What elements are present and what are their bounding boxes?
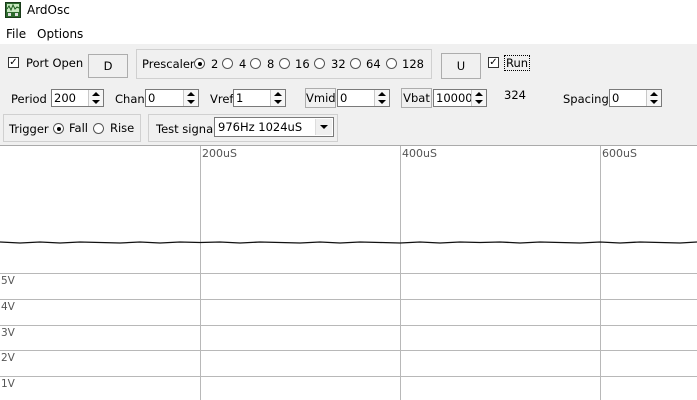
window-title: ArdOsc	[27, 3, 70, 17]
spinner-arrows[interactable]	[374, 90, 389, 106]
prescaler-option-label: 4	[239, 57, 247, 71]
spinner-arrows[interactable]	[183, 90, 198, 106]
spacing-value: 0	[612, 91, 620, 105]
prescaler-radio-2[interactable]	[194, 58, 205, 69]
control-panel: ✓ Port Open D Prescaler 2 4 8 16 32 64 1…	[0, 44, 697, 145]
prescaler-option-label: 128	[402, 57, 424, 71]
menu-bar: File Options	[0, 24, 697, 44]
period-value: 200	[54, 91, 76, 105]
prescaler-label: Prescaler	[142, 57, 195, 71]
prescaler-option-label: 32	[331, 57, 346, 71]
trigger-label: Trigger	[9, 122, 49, 136]
chan-label: Chan	[115, 92, 145, 106]
chan-value: 0	[148, 91, 156, 105]
prescaler-radio-64[interactable]	[350, 58, 361, 69]
prescaler-option-label: 16	[295, 57, 310, 71]
test-signal-value: 976Hz 1024uS	[218, 120, 303, 134]
vbat-value: 10000	[436, 91, 473, 105]
vmid-value: 0	[340, 91, 348, 105]
test-signal-dropdown[interactable]: 976Hz 1024uS	[214, 117, 334, 137]
test-signal-label: Test signal	[156, 122, 217, 136]
prescaler-radio-4[interactable]	[222, 58, 233, 69]
period-spinner[interactable]: 200	[51, 89, 104, 107]
prescaler-radio-16[interactable]	[279, 58, 290, 69]
port-open-checkbox[interactable]: ✓	[8, 57, 19, 68]
trigger-rise-radio[interactable]	[93, 123, 104, 134]
prescaler-radio-128[interactable]	[386, 58, 397, 69]
chan-spinner[interactable]: 0	[145, 89, 199, 107]
vref-value: 1	[236, 91, 244, 105]
title-bar: ArdOsc	[0, 0, 697, 22]
port-open-label: Port Open	[26, 56, 84, 70]
spinner-arrows[interactable]	[471, 90, 486, 106]
spinner-arrows[interactable]	[646, 90, 661, 106]
vmid-spinner[interactable]: 0	[337, 89, 390, 107]
vref-spinner[interactable]: 1	[233, 89, 286, 107]
prescaler-option-label: 8	[267, 57, 275, 71]
period-label: Period	[11, 92, 47, 106]
spacing-label: Spacing	[563, 92, 609, 106]
spinner-arrows[interactable]	[270, 90, 285, 106]
run-label: Run	[503, 55, 531, 71]
prescaler-option-label: 2	[211, 57, 219, 71]
vbat-button[interactable]: Vbat	[401, 88, 432, 108]
vbat-spinner[interactable]: 10000	[433, 89, 487, 107]
menu-options[interactable]: Options	[37, 27, 83, 41]
prescaler-option-label: 64	[366, 57, 381, 71]
u-button[interactable]: U	[441, 53, 481, 79]
menu-file[interactable]: File	[6, 27, 26, 41]
run-checkbox[interactable]: ✓	[488, 57, 499, 68]
prescaler-radio-32[interactable]	[314, 58, 325, 69]
spacing-spinner[interactable]: 0	[609, 89, 662, 107]
trigger-fall-label: Fall	[69, 121, 88, 135]
vmid-button[interactable]: Vmid	[305, 88, 336, 108]
trigger-fall-radio[interactable]	[53, 123, 64, 134]
vref-label: Vref	[210, 92, 234, 106]
scope-display: 200uS 400uS 600uS 5V 4V 3V 2V 1V	[0, 145, 697, 400]
signal-trace	[0, 241, 697, 244]
chevron-down-icon[interactable]	[315, 119, 332, 135]
d-button[interactable]: D	[88, 54, 128, 78]
spinner-arrows[interactable]	[88, 90, 103, 106]
sample-count: 324	[504, 88, 526, 102]
trigger-rise-label: Rise	[110, 121, 135, 135]
oscilloscope-app-icon	[5, 2, 21, 18]
prescaler-radio-8[interactable]	[250, 58, 261, 69]
